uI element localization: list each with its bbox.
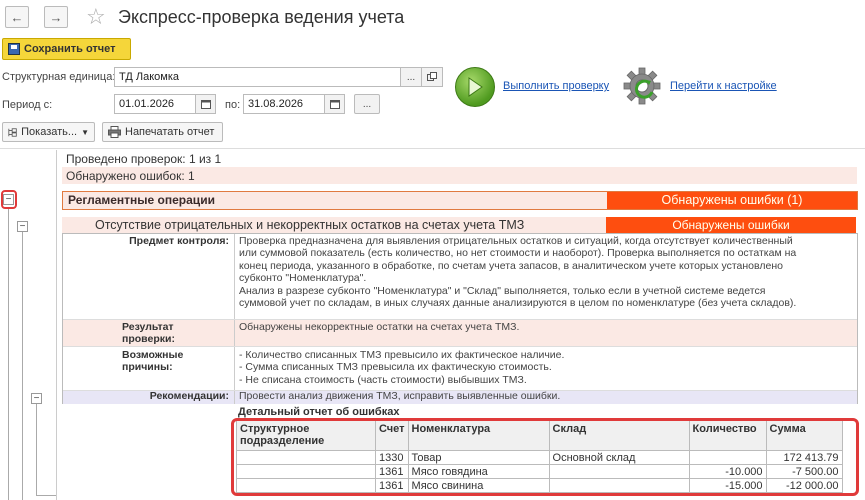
unit-label: Структурная единица: [2, 71, 116, 83]
settings-gear-icon[interactable] [622, 66, 662, 106]
recommend-label: Рекомендации: [149, 390, 229, 402]
cause-line: - Не списана стоимость (часть стоимости)… [239, 373, 527, 386]
print-label: Напечатать отчет [125, 126, 215, 138]
show-tree-icon [8, 127, 17, 137]
printer-icon [108, 126, 121, 138]
result-label: Результат проверки: [64, 319, 234, 348]
save-report-button[interactable]: Сохранить отчет [2, 38, 131, 60]
save-disk-icon [8, 43, 20, 55]
result-label-line: проверки: [122, 333, 175, 346]
tree-line [22, 232, 23, 500]
show-button[interactable]: Показать... ▼ [2, 122, 95, 142]
check-title: Отсутствие отрицательных и некорректных … [95, 218, 525, 232]
collapse-section-button[interactable]: − [3, 194, 14, 205]
chevron-down-icon: ▼ [81, 127, 89, 137]
causes-text: - Количество списанных ТМЗ превысило их … [236, 347, 856, 388]
section-status-badge: Обнаружены ошибки (1) [607, 192, 857, 209]
date-from-calendar-button[interactable] [195, 94, 216, 114]
back-icon: ← [10, 9, 24, 25]
calendar-icon [329, 100, 340, 109]
section-title: Регламентные операции [68, 193, 215, 207]
cause-line: - Количество списанных ТМЗ превысило их … [239, 349, 565, 361]
check-status-badge: Обнаружены ошибки [606, 217, 856, 233]
date-to-field[interactable]: 31.08.2026 [243, 94, 325, 114]
causes-label: Возможные причины: [64, 347, 234, 376]
errors-summary: Обнаружено ошибок: 1 [66, 169, 195, 183]
detail-table-highlight [231, 418, 859, 496]
tree-line [56, 150, 57, 500]
checks-summary: Проведено проверок: 1 из 1 [66, 152, 222, 166]
subject-line: субконто "Номенклатура". [239, 272, 367, 285]
forward-button[interactable]: → [44, 6, 68, 28]
subject-line: суммовой учет по складам, в иных случаях… [239, 297, 797, 310]
show-label: Показать... [21, 126, 78, 138]
page-title: Экспресс-проверка ведения учета [118, 7, 405, 27]
causes-label-line: Возможные [122, 349, 184, 361]
unit-select-button[interactable]: ... [400, 67, 422, 87]
unit-open-button[interactable] [421, 67, 443, 87]
save-report-label: Сохранить отчет [24, 43, 116, 55]
subject-line: конец периода, указанного в обработке, п… [239, 259, 783, 272]
subject-line: или суммовой показатель (есть количество… [239, 247, 797, 260]
subject-text: Проверка предназначена для выявления отр… [236, 233, 856, 311]
period-to-label: по: [225, 99, 241, 111]
run-check-link[interactable]: Выполнить проверку [503, 80, 609, 92]
forward-icon: → [49, 9, 63, 25]
result-label-line: Результат [122, 321, 174, 333]
subject-label: Предмет контроля: [129, 235, 229, 247]
divider [0, 148, 865, 149]
date-to-calendar-button[interactable] [324, 94, 345, 114]
result-text: Обнаружены некорректные остатки на счета… [239, 321, 520, 333]
recommend-text: Провести анализ движения ТМЗ, исправить … [239, 390, 561, 402]
tree-line [8, 208, 9, 500]
run-check-button[interactable] [455, 67, 495, 107]
settings-link[interactable]: Перейти к настройке [670, 80, 777, 92]
favorite-star-icon[interactable]: ☆ [86, 4, 106, 30]
period-select-button[interactable]: ... [354, 94, 380, 114]
subject-line: Анализ в разрезе субконто "Номенклатура"… [239, 284, 766, 297]
back-button[interactable]: ← [5, 6, 29, 28]
date-from-field[interactable]: 01.01.2026 [114, 94, 196, 114]
calendar-icon [200, 100, 211, 109]
play-icon [468, 77, 483, 97]
collapse-check-button[interactable]: − [17, 221, 28, 232]
tree-line [36, 404, 37, 496]
print-report-button[interactable]: Напечатать отчет [102, 122, 223, 142]
tree-line [36, 495, 56, 496]
unit-field[interactable]: ТД Лакомка [114, 67, 401, 87]
cause-line: - Сумма списанных ТМЗ превысила их факти… [239, 361, 552, 374]
open-window-icon [427, 72, 437, 81]
collapse-detail-button[interactable]: − [31, 393, 42, 404]
subject-line: Проверка предназначена для выявления отр… [239, 235, 793, 247]
detail-report-title: Детальный отчет об ошибках [238, 406, 400, 418]
period-label: Период с: [2, 99, 53, 111]
causes-label-line: причины: [122, 361, 173, 374]
